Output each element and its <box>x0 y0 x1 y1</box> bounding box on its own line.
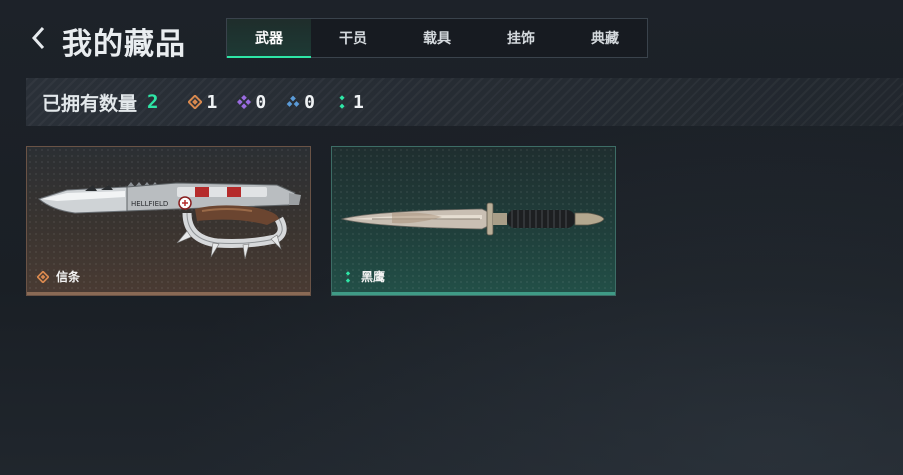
chevron-left-icon <box>31 26 45 50</box>
blue-triangle-icon <box>286 95 300 107</box>
rarity-blue-count: 0 <box>286 92 315 113</box>
tab-weapons[interactable]: 武器 <box>227 19 311 58</box>
green-dots-icon <box>339 95 345 109</box>
rarity-purple-number: 0 <box>255 91 267 113</box>
tab-collection[interactable]: 典藏 <box>563 19 647 57</box>
item-card-xintiao[interactable]: HELLFIELD 信条 <box>26 146 311 296</box>
rarity-orange-count: 1 <box>188 92 217 113</box>
owned-label: 已拥有数量 <box>42 92 138 115</box>
collection-screen: 我的藏品 武器 干员 载具 挂饰 典藏 已拥有数量 2 1 0 0 1 HELL… <box>0 0 903 475</box>
rarity-green-count: 1 <box>335 92 364 113</box>
rarity-purple-count: 0 <box>237 92 266 113</box>
tab-vehicles[interactable]: 载具 <box>395 19 479 57</box>
rarity-green-number: 1 <box>353 91 364 113</box>
owned-stats-bar: 已拥有数量 2 1 0 0 1 <box>26 78 903 126</box>
page-title: 我的藏品 <box>62 27 186 62</box>
rarity-orange-number: 1 <box>206 91 218 113</box>
item-label: 黑鹰 <box>342 268 385 285</box>
tab-operators[interactable]: 干员 <box>311 19 395 57</box>
green-dots-icon <box>345 270 351 283</box>
item-name: 黑鹰 <box>361 270 386 284</box>
item-label: 信条 <box>37 268 80 285</box>
owned-count: 2 <box>147 91 159 113</box>
svg-text:HELLFIELD: HELLFIELD <box>131 200 168 208</box>
back-button[interactable] <box>28 24 50 52</box>
tab-charms[interactable]: 挂饰 <box>479 19 563 57</box>
category-tabs: 武器 干员 载具 挂饰 典藏 <box>226 18 648 58</box>
orange-diamond-icon <box>188 95 203 109</box>
item-name: 信条 <box>56 270 81 284</box>
purple-diamond-icon <box>237 95 252 109</box>
item-card-heiying[interactable]: 黑鹰 <box>331 146 616 296</box>
orange-diamond-icon <box>37 270 49 283</box>
rarity-blue-number: 0 <box>304 91 315 113</box>
